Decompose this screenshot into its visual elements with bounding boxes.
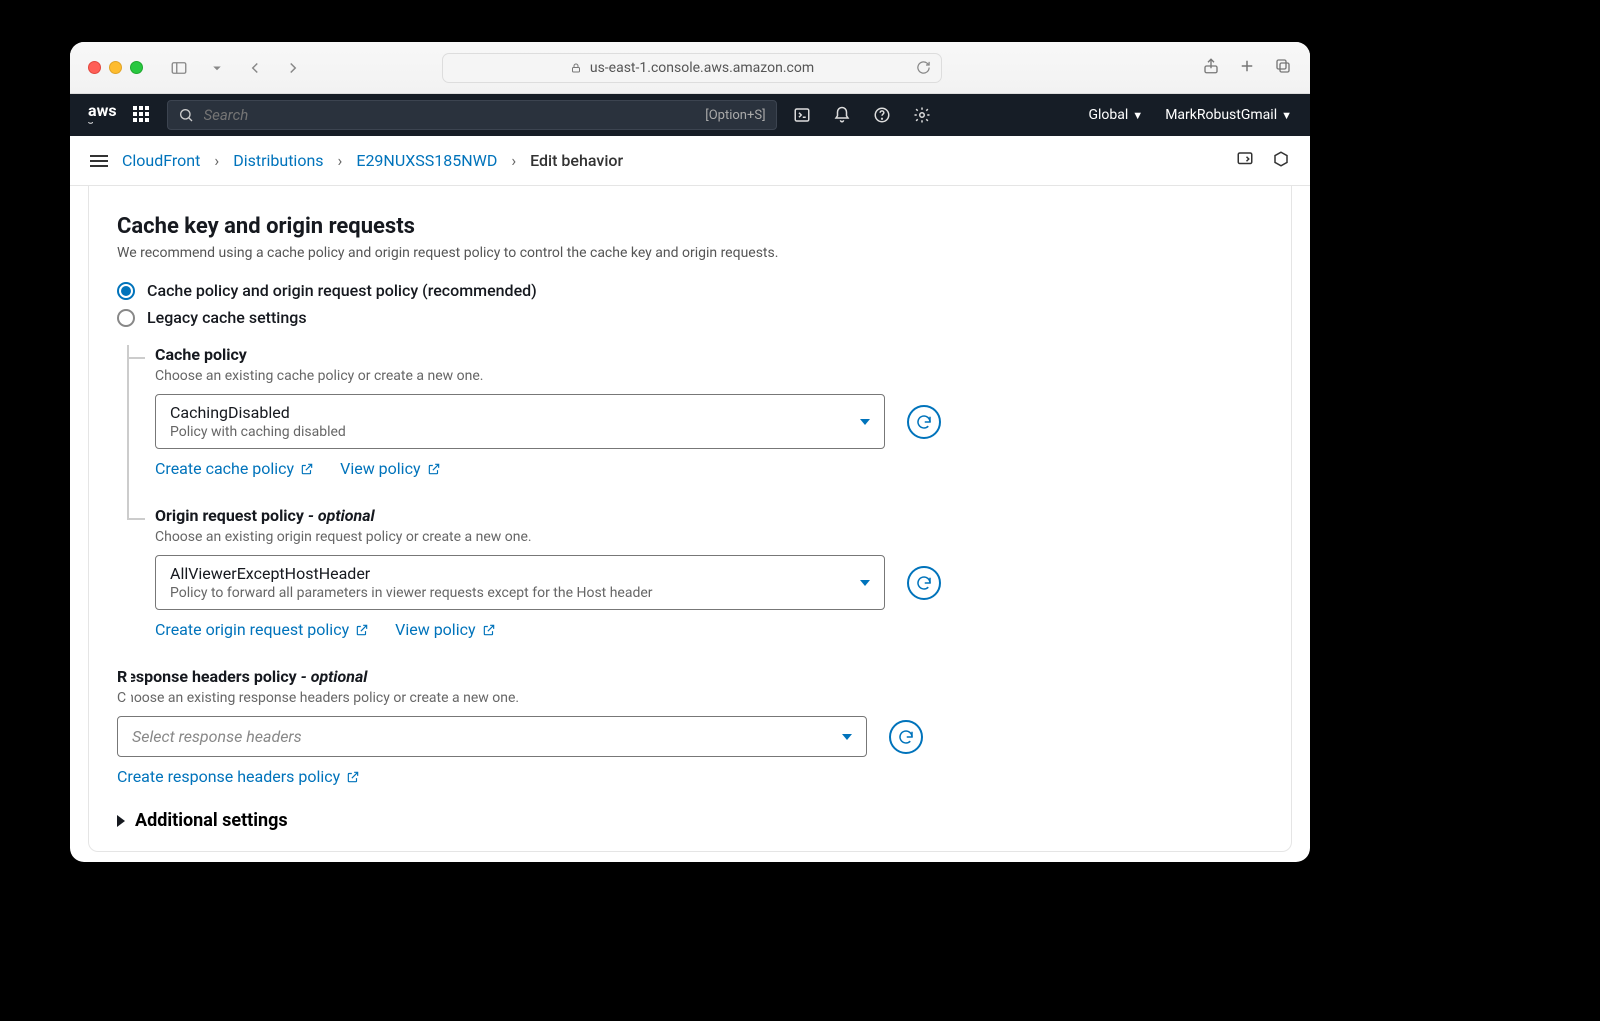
account-menu[interactable]: MarkRobustGmail▼ [1165, 107, 1292, 123]
view-origin-request-policy-link[interactable]: View policy [395, 620, 495, 639]
response-headers-refresh-button[interactable] [889, 720, 923, 754]
cache-policy-hint: Choose an existing cache policy or creat… [155, 368, 1263, 384]
external-link-icon [482, 623, 496, 637]
aws-top-nav: aws⌣ [Option+S] Global▼ MarkRobustGmail▼ [70, 94, 1310, 136]
tabs-overview-button[interactable] [1274, 57, 1292, 79]
radio-recommended-label: Cache policy and origin request policy (… [147, 281, 537, 300]
cache-policy-desc: Policy with caching disabled [170, 424, 870, 440]
aws-search-input[interactable] [204, 106, 696, 124]
close-window-button[interactable] [88, 61, 101, 74]
origin-request-policy-value: AllViewerExceptHostHeader [170, 564, 870, 583]
chevron-down-icon [842, 734, 852, 740]
services-menu-button[interactable] [133, 106, 151, 124]
view-cache-policy-link[interactable]: View policy [340, 459, 440, 478]
forward-button[interactable] [279, 54, 307, 82]
titlebar: us-east-1.console.aws.amazon.com [70, 42, 1310, 94]
region-selector[interactable]: Global▼ [1088, 107, 1143, 123]
back-button[interactable] [241, 54, 269, 82]
origin-request-policy-field: Origin request policy - optional Choose … [155, 506, 1263, 639]
cache-policy-select[interactable]: CachingDisabled Policy with caching disa… [155, 394, 885, 449]
notifications-button[interactable] [833, 106, 851, 124]
radio-unchecked-icon [117, 309, 135, 327]
chevron-down-icon [860, 419, 870, 425]
refresh-icon [915, 574, 933, 592]
refresh-icon [897, 728, 915, 746]
side-nav-toggle[interactable] [90, 155, 108, 167]
origin-request-policy-refresh-button[interactable] [907, 566, 941, 600]
additional-settings-label: Additional settings [135, 810, 288, 831]
chevron-down-icon [860, 580, 870, 586]
cloudshell-button[interactable] [793, 106, 811, 124]
chevron-right-icon: › [214, 151, 219, 170]
maximize-window-button[interactable] [130, 61, 143, 74]
browser-window: us-east-1.console.aws.amazon.com aws⌣ [O… [70, 42, 1310, 862]
window-controls [88, 61, 143, 74]
content-area: Cache key and origin requests We recomme… [70, 186, 1310, 862]
external-link-icon [346, 770, 360, 784]
sidebar-toggle-button[interactable] [165, 54, 193, 82]
tab-dropdown-button[interactable] [203, 54, 231, 82]
create-response-headers-policy-link[interactable]: Create response headers policy [117, 767, 360, 786]
section-subtitle: We recommend using a cache policy and or… [117, 245, 1263, 261]
origin-request-policy-select[interactable]: AllViewerExceptHostHeader Policy to forw… [155, 555, 885, 610]
response-headers-policy-label: Response headers policy - optional [117, 667, 1263, 686]
external-link-icon [300, 462, 314, 476]
response-headers-policy-field: Response headers policy - optional Choos… [117, 667, 1263, 786]
settings-button[interactable] [913, 106, 931, 124]
create-cache-policy-link[interactable]: Create cache policy [155, 459, 314, 478]
cache-policy-value: CachingDisabled [170, 403, 870, 422]
breadcrumb-distributions[interactable]: Distributions [233, 151, 323, 170]
minimize-window-button[interactable] [109, 61, 122, 74]
aws-header-right: Global▼ MarkRobustGmail▼ [1088, 107, 1292, 123]
cache-policy-refresh-button[interactable] [907, 405, 941, 439]
expand-icon [117, 815, 125, 827]
response-headers-placeholder: Select response headers [132, 727, 852, 746]
additional-settings-toggle[interactable]: Additional settings [117, 810, 1263, 831]
external-link-icon [427, 462, 441, 476]
aws-search[interactable]: [Option+S] [167, 100, 777, 130]
search-icon [178, 107, 194, 123]
hexagon-button[interactable] [1272, 150, 1290, 172]
chevron-right-icon: › [511, 151, 516, 170]
refresh-icon [915, 413, 933, 431]
titlebar-right [1202, 57, 1292, 79]
section-title: Cache key and origin requests [117, 214, 1263, 239]
breadcrumb-bar: CloudFront › Distributions › E29NUXSS185… [70, 136, 1310, 186]
origin-request-policy-desc: Policy to forward all parameters in view… [170, 585, 870, 601]
aws-header-icons [793, 106, 931, 124]
share-button[interactable] [1202, 57, 1220, 79]
radio-legacy-label: Legacy cache settings [147, 308, 307, 327]
response-headers-policy-hint: Choose an existing response headers poli… [117, 690, 1263, 706]
breadcrumb-actions [1236, 150, 1290, 172]
new-tab-button[interactable] [1238, 57, 1256, 79]
radio-checked-icon [117, 282, 135, 300]
response-headers-policy-select[interactable]: Select response headers [117, 716, 867, 757]
address-bar[interactable]: us-east-1.console.aws.amazon.com [442, 53, 942, 83]
chevron-right-icon: › [338, 151, 343, 170]
help-button[interactable] [873, 106, 891, 124]
cache-key-panel: Cache key and origin requests We recomme… [88, 186, 1292, 852]
radio-recommended[interactable]: Cache policy and origin request policy (… [117, 281, 1263, 300]
radio-legacy[interactable]: Legacy cache settings [117, 308, 1263, 327]
aws-logo[interactable]: aws⌣ [88, 104, 117, 126]
breadcrumb-current: Edit behavior [530, 151, 623, 170]
external-link-icon [355, 623, 369, 637]
breadcrumb-cloudfront[interactable]: CloudFront [122, 151, 200, 170]
cache-policy-label: Cache policy [155, 345, 1263, 364]
create-origin-request-policy-link[interactable]: Create origin request policy [155, 620, 369, 639]
reload-icon[interactable] [916, 60, 931, 75]
search-shortcut-hint: [Option+S] [705, 108, 765, 123]
console-to-code-button[interactable] [1236, 150, 1254, 172]
origin-request-policy-hint: Choose an existing origin request policy… [155, 529, 1263, 545]
cache-policy-field: Cache policy Choose an existing cache po… [155, 345, 1263, 478]
lock-icon [570, 62, 582, 74]
breadcrumb-distribution-id[interactable]: E29NUXSS185NWD [356, 151, 497, 170]
origin-request-policy-label: Origin request policy - optional [155, 506, 1263, 525]
url-text: us-east-1.console.aws.amazon.com [590, 60, 814, 76]
